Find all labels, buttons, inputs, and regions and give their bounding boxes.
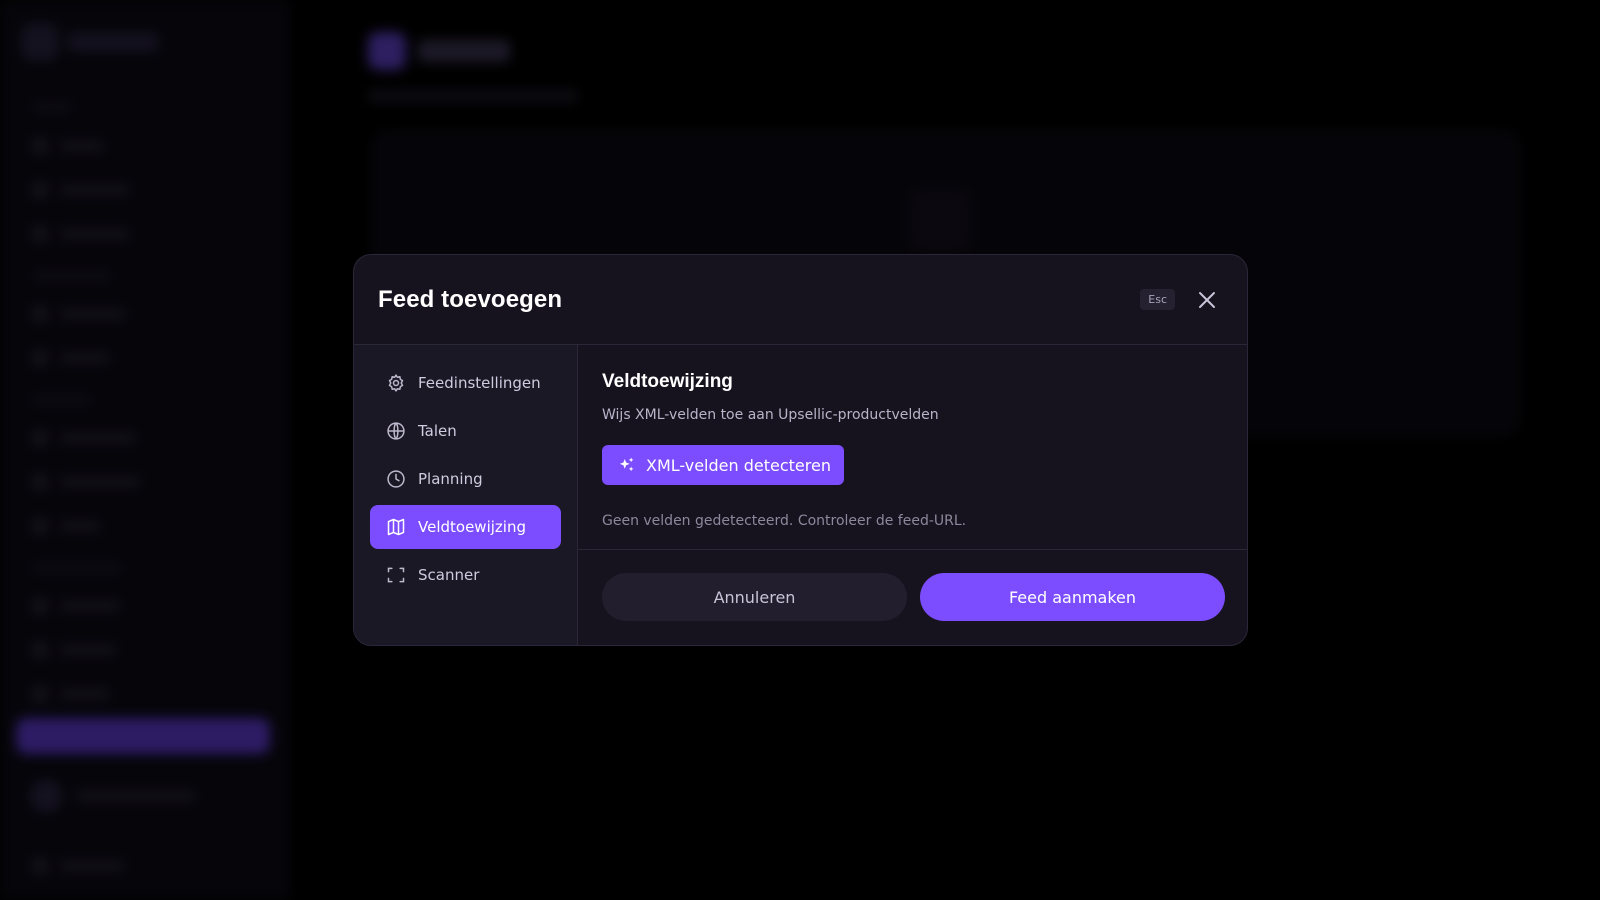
- map-icon: [387, 518, 405, 536]
- close-button[interactable]: [1195, 288, 1219, 312]
- footer-divider: [578, 549, 1247, 550]
- background-page-icon: [368, 32, 406, 70]
- scan-icon: [387, 567, 405, 583]
- detect-xml-fields-button[interactable]: XML-velden detecteren: [602, 445, 844, 485]
- section-title: Veldtoewijzing: [602, 371, 733, 392]
- nav-item-feedinstellingen[interactable]: Feedinstellingen: [370, 361, 561, 405]
- nav-item-label: Scanner: [418, 566, 480, 584]
- background-page-title: [418, 40, 510, 62]
- detect-button-label: XML-velden detecteren: [646, 455, 831, 475]
- sparkles-icon: [619, 457, 634, 472]
- background-logo: [22, 24, 158, 60]
- modal-header: Feed toevoegen Esc: [354, 255, 1247, 345]
- background-active-nav: [16, 718, 270, 754]
- create-feed-button[interactable]: Feed aanmaken: [920, 573, 1225, 621]
- background-card-icon: [910, 190, 970, 250]
- nav-item-talen[interactable]: Talen: [370, 409, 561, 453]
- globe-icon: [387, 422, 405, 440]
- nav-item-label: Talen: [418, 422, 457, 440]
- clock-icon: [387, 470, 405, 488]
- empty-state-message: Geen velden gedetecteerd. Controleer de …: [602, 513, 967, 529]
- cancel-button[interactable]: Annuleren: [602, 573, 907, 621]
- section-description: Wijs XML-velden toe aan Upsellic-product…: [602, 407, 939, 423]
- background-sidebar: [0, 0, 290, 900]
- gear-icon: [388, 374, 404, 392]
- nav-item-planning[interactable]: Planning: [370, 457, 561, 501]
- esc-badge: Esc: [1140, 289, 1175, 310]
- nav-item-veldtoewijzing[interactable]: Veldtoewijzing: [370, 505, 561, 549]
- nav-item-label: Veldtoewijzing: [418, 518, 526, 536]
- background-user: [30, 780, 196, 812]
- modal-title: Feed toevoegen: [378, 285, 563, 313]
- modal-content: Veldtoewijzing Wijs XML-velden toe aan U…: [578, 345, 1247, 645]
- close-icon: [1199, 292, 1215, 308]
- nav-item-label: Planning: [418, 470, 483, 488]
- nav-item-label: Feedinstellingen: [418, 374, 541, 392]
- add-feed-modal: Feed toevoegen Esc Feedinstellingen Tale…: [353, 254, 1248, 646]
- background-page-subtitle: [368, 90, 578, 102]
- modal-sidebar: Feedinstellingen Talen Planning Veldtoew…: [354, 345, 578, 645]
- nav-item-scanner[interactable]: Scanner: [370, 553, 561, 597]
